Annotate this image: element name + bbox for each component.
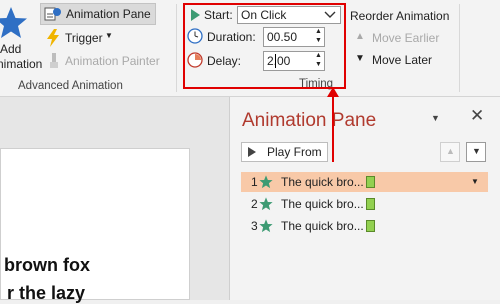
timeline-bar [366, 198, 375, 210]
move-earlier-button[interactable]: ▲ Move Earlier [353, 30, 453, 48]
lightning-icon [47, 29, 59, 47]
triangle-down-icon: ▼ [355, 53, 365, 64]
star-icon [259, 197, 273, 211]
item-label: The quick bro... [281, 175, 364, 189]
animation-pane-icon [44, 7, 61, 21]
slide-text-line2: r the lazy [7, 283, 86, 303]
timing-highlight-box [183, 3, 346, 89]
star-icon [259, 219, 273, 233]
slide-text-line1: brown fox [4, 255, 90, 275]
star-icon [259, 175, 273, 189]
move-later-button[interactable]: ▼ Move Later [353, 52, 453, 70]
move-down-button[interactable]: ▼ [466, 142, 486, 162]
animation-list-item[interactable]: 1 The quick bro... ▼ [241, 172, 488, 192]
timeline-bar [366, 176, 375, 188]
play-from-label: Play From [267, 145, 322, 159]
group-separator [459, 4, 460, 92]
item-label: The quick bro... [281, 197, 364, 211]
reorder-animation-label: Reorder Animation [350, 9, 450, 23]
item-label: The quick bro... [281, 219, 364, 233]
trigger-label: Trigger [65, 31, 103, 45]
item-number: 1 [251, 175, 258, 189]
item-number: 2 [251, 197, 258, 211]
animation-pane-label: Animation Pane [66, 7, 151, 21]
pane-title: Animation Pane [242, 110, 377, 131]
star-icon [0, 7, 27, 38]
paintbrush-icon [50, 53, 58, 68]
animation-pane: Animation Pane ▼ ✕ Play From ▲ ▼ 1 The q… [229, 97, 500, 300]
animation-list-item[interactable]: 3 The quick bro... [241, 216, 488, 236]
slide-canvas[interactable]: brown fox r the lazy [0, 148, 190, 303]
triangle-up-icon: ▲ [355, 31, 365, 42]
advanced-animation-group-label: Advanced Animation [18, 80, 123, 92]
item-number: 3 [251, 219, 258, 233]
triangle-down-icon: ▼ [472, 146, 481, 156]
add-label-line1: Add [0, 42, 22, 56]
chevron-down-icon[interactable]: ▼ [471, 177, 479, 186]
timeline-bar [366, 220, 375, 232]
move-up-button[interactable]: ▲ [440, 142, 460, 162]
chevron-down-icon: ▼ [105, 31, 113, 40]
add-label-line2: nimation [0, 57, 43, 71]
triangle-up-icon: ▲ [446, 146, 455, 156]
annotation-arrow [327, 87, 339, 162]
animation-list-item[interactable]: 2 The quick bro... [241, 194, 488, 214]
move-earlier-label: Move Earlier [372, 31, 440, 45]
move-later-label: Move Later [372, 53, 433, 67]
animation-pane-button[interactable]: Animation Pane [40, 3, 156, 25]
animation-painter-label: Animation Painter [65, 54, 160, 68]
group-separator [176, 4, 177, 92]
play-icon [248, 147, 256, 157]
play-from-button[interactable]: Play From [241, 142, 328, 162]
animation-painter-button[interactable]: Animation Painter [44, 51, 166, 71]
pane-options-chevron-icon[interactable]: ▼ [431, 113, 440, 123]
add-animation-button[interactable]: Add nimation [0, 2, 42, 74]
trigger-button[interactable]: Trigger ▼ [44, 28, 124, 48]
close-icon[interactable]: ✕ [470, 106, 484, 126]
